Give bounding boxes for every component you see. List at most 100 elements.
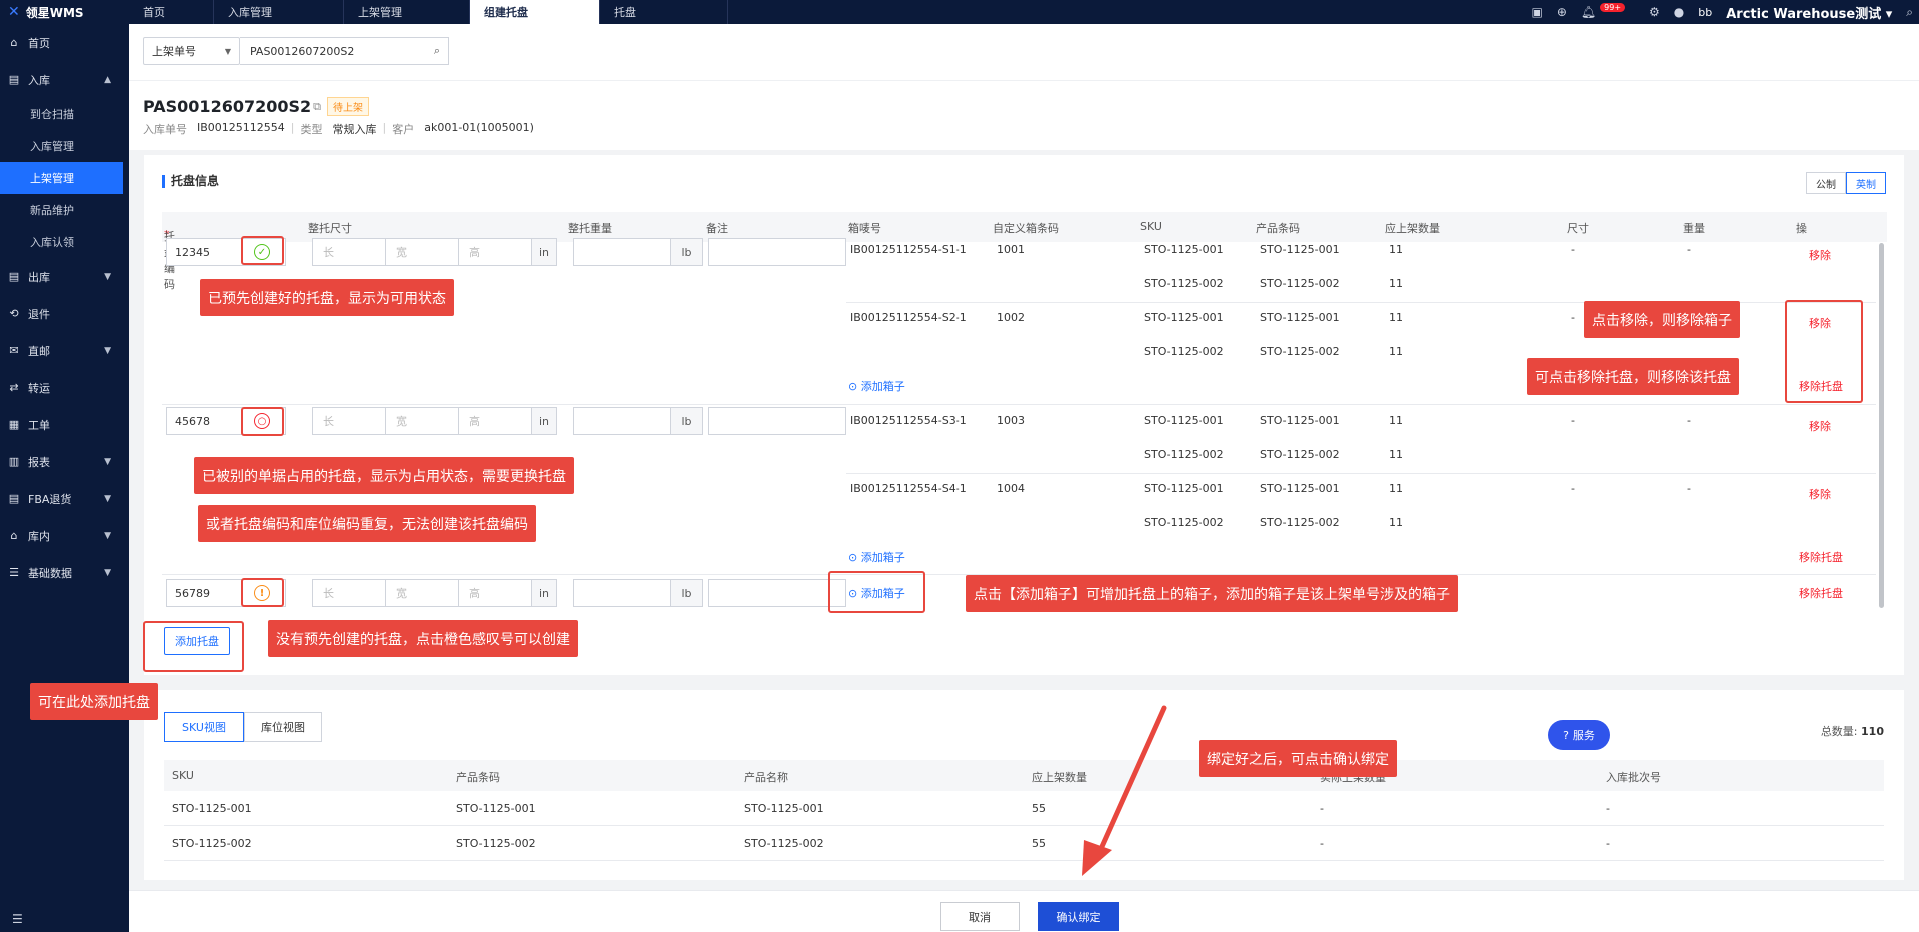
unit-metric-button[interactable]: 公制	[1806, 172, 1846, 194]
sidebar: ⌂ 首页 ▤ 入库 ▲ 到仓扫描 入库管理 上架管理 新品维护 入库认领 ▤ 出库 ▼ ⟲…	[0, 24, 129, 932]
pallet-note-input[interactable]	[708, 407, 846, 435]
nav-tab-pallet[interactable]: 托盘	[600, 0, 728, 24]
nav-tab-putaway[interactable]: 上架管理	[344, 0, 470, 24]
sidebar-sub-scan[interactable]: 到仓扫描	[0, 98, 129, 130]
report-icon: ▥	[8, 455, 20, 468]
download-icon[interactable]: ⊕	[1557, 5, 1567, 19]
pallet-dimensions[interactable]: 长宽高 in	[312, 407, 557, 435]
section-title: 托盘信息	[162, 175, 219, 188]
pallet-note-input[interactable]	[708, 238, 846, 266]
sidebar-item-outbound[interactable]: ▤ 出库 ▼	[0, 258, 129, 295]
remove-box-link[interactable]: 移除	[1809, 486, 1831, 502]
box-number: IB00125112554-S2-1	[850, 311, 967, 324]
sku-cell: STO-1125-001	[1144, 243, 1224, 256]
summary-card: SKU视图 库位视图 ? 服务 总数量: 110 SKU 产品条码 产品名称 应上…	[144, 690, 1904, 880]
box-number: IB00125112554-S4-1	[850, 482, 967, 495]
confirm-bind-button[interactable]: 确认绑定	[1038, 902, 1119, 931]
collapse-menu-icon[interactable]: ☰	[12, 912, 23, 926]
unit-switch: 公制 英制	[1806, 172, 1886, 194]
top-right-tools: ▣ ⊕ 🔔︎ 99+ ⚙ ● bb Arctic Warehouse测试 ▾ ⌕	[1532, 0, 1919, 24]
sidebar-sub-claim[interactable]: 入库认领	[0, 226, 129, 258]
warehouse-selector[interactable]: Arctic Warehouse测试 ▾	[1726, 3, 1892, 22]
sidebar-item-transfer[interactable]: ⇄ 转运	[0, 369, 129, 406]
sidebar-item-warehouse[interactable]: ⌂ 库内 ▼	[0, 517, 129, 554]
tab-sku-view[interactable]: SKU视图	[164, 712, 244, 742]
sidebar-item-ticket[interactable]: ▦ 工单	[0, 406, 129, 443]
box-number: IB00125112554-S3-1	[850, 414, 967, 427]
chevron-down-icon: ▼	[104, 567, 111, 578]
copy-icon[interactable]: ⧉	[313, 100, 321, 114]
add-box-link[interactable]: ⊙ 添加箱子	[848, 378, 905, 394]
pallet-note-input[interactable]	[708, 579, 846, 607]
barcode-cell: STO-1125-001	[1260, 311, 1340, 324]
add-box-link[interactable]: ⊙ 添加箱子	[848, 549, 905, 565]
help-button[interactable]: ? 服务	[1548, 720, 1610, 750]
nav-tab-home[interactable]: 首页	[129, 0, 214, 24]
sidebar-item-home[interactable]: ⌂ 首页	[0, 24, 129, 61]
sidebar-sub-putaway[interactable]: 上架管理	[0, 162, 123, 194]
search-input[interactable]: PAS0012607200S2 ⌕	[240, 37, 449, 65]
sidebar-sub-new-product[interactable]: 新品维护	[0, 194, 129, 226]
sku-cell: STO-1125-002	[1144, 448, 1224, 461]
sidebar-sub-inbound-mgmt[interactable]: 入库管理	[0, 130, 129, 162]
remove-box-link[interactable]: 移除	[1809, 247, 1831, 263]
barcode-cell: STO-1125-001	[1260, 243, 1340, 256]
custom-box-barcode: 1004	[997, 482, 1025, 495]
size-cell: -	[1571, 243, 1575, 256]
weight-cell: -	[1687, 482, 1691, 495]
search-field-select[interactable]: 上架单号 ▼	[143, 37, 240, 65]
qty-cell: 11	[1389, 516, 1403, 529]
warehouse-icon: ⌂	[10, 529, 18, 542]
page-title: PAS0012607200S2 ⧉ 待上架	[143, 97, 370, 116]
return-icon: ⟲	[9, 307, 19, 320]
search-icon[interactable]: ⌕	[434, 44, 440, 58]
mail-icon: ✉	[9, 344, 19, 357]
chevron-down-icon: ▼	[104, 493, 111, 504]
notification-badge: 99+	[1600, 2, 1626, 12]
barcode-cell: STO-1125-002	[1260, 345, 1340, 358]
status-badge: 待上架	[327, 97, 370, 116]
barcode-cell: STO-1125-002	[1260, 516, 1340, 529]
remove-pallet-link[interactable]: 移除托盘	[1799, 549, 1843, 565]
nav-tab-build-pallet[interactable]: 组建托盘	[470, 0, 600, 24]
pallet-dimensions[interactable]: 长宽高 in	[312, 238, 557, 266]
size-cell: -	[1571, 414, 1575, 427]
highlight-box	[241, 236, 284, 265]
annotation-remove-pallet: 可点击移除托盘，则移除该托盘	[1527, 358, 1739, 395]
app-icon[interactable]: ▣	[1532, 5, 1543, 19]
sidebar-item-fba[interactable]: ▤ FBA退货 ▼	[0, 480, 129, 517]
user-name[interactable]: bb	[1698, 6, 1712, 19]
pallet-weight-input[interactable]: lb	[573, 238, 703, 266]
sku-cell: STO-1125-001	[1144, 482, 1224, 495]
sidebar-item-report[interactable]: ▥ 报表 ▼	[0, 443, 129, 480]
size-cell: -	[1571, 311, 1575, 324]
table-row: STO-1125-001 STO-1125-001 STO-1125-001 5…	[164, 791, 1884, 826]
qty-cell: 11	[1389, 414, 1403, 427]
order-meta: 入库单号 IB00125112554 | 类型 常规入库 | 客户 ak001-01(…	[143, 121, 534, 136]
sku-cell: STO-1125-001	[1144, 311, 1224, 324]
sidebar-item-return[interactable]: ⟲ 退件	[0, 295, 129, 332]
scrollbar[interactable]	[1879, 243, 1884, 608]
barcode-cell: STO-1125-002	[1260, 448, 1340, 461]
remove-box-link[interactable]: 移除	[1809, 418, 1831, 434]
remove-pallet-link[interactable]: 移除托盘	[1799, 585, 1843, 601]
nav-tab-inbound[interactable]: 入库管理	[214, 0, 344, 24]
settings-icon[interactable]: ⚙	[1649, 5, 1660, 19]
sku-cell: STO-1125-001	[1144, 414, 1224, 427]
sidebar-item-inbound[interactable]: ▤ 入库 ▲	[0, 61, 129, 98]
bell-icon[interactable]: 🔔︎	[1581, 5, 1596, 19]
tab-location-view[interactable]: 库位视图	[244, 712, 322, 742]
annotation-add-box: 点击【添加箱子】可增加托盘上的箱子，添加的箱子是该上架单号涉及的箱子	[966, 575, 1458, 612]
sidebar-item-direct-mail[interactable]: ✉ 直邮 ▼	[0, 332, 129, 369]
sidebar-item-basic-data[interactable]: ☰ 基础数据 ▼	[0, 554, 129, 591]
app-logo[interactable]: ✕ 领星WMS	[0, 0, 129, 24]
pallet-dimensions[interactable]: 长宽高 in	[312, 579, 557, 607]
search-icon[interactable]: ⌕	[1906, 5, 1913, 20]
avatar[interactable]: ●	[1674, 5, 1684, 19]
unit-imperial-button[interactable]: 英制	[1846, 172, 1886, 194]
annotation-create: 没有预先创建的托盘，点击橙色感叹号可以创建	[268, 620, 578, 657]
chevron-down-icon: ▼	[104, 530, 111, 541]
cancel-button[interactable]: 取消	[940, 902, 1020, 931]
pallet-weight-input[interactable]: lb	[573, 579, 703, 607]
pallet-weight-input[interactable]: lb	[573, 407, 703, 435]
